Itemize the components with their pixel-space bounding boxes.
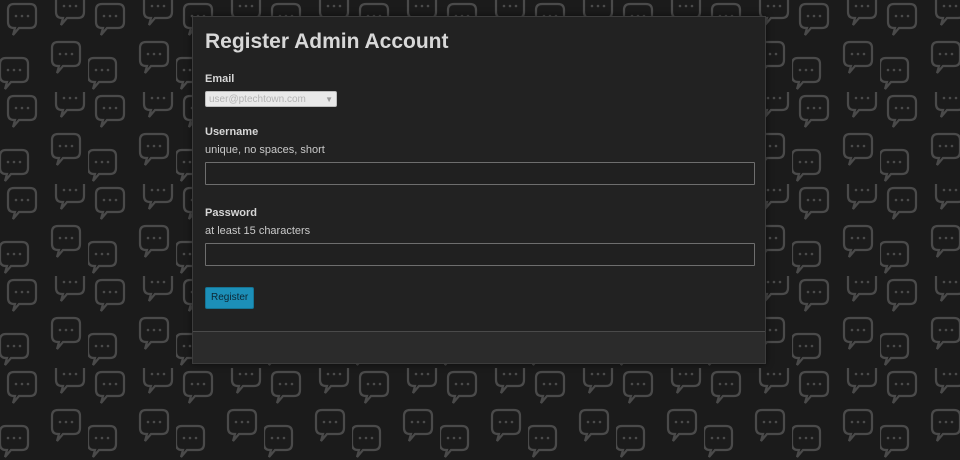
username-label: Username bbox=[205, 126, 259, 138]
password-input[interactable] bbox=[205, 243, 755, 266]
username-help-text: unique, no spaces, short bbox=[205, 144, 325, 156]
username-input[interactable] bbox=[205, 162, 755, 185]
panel-footer bbox=[193, 332, 765, 363]
chevron-down-icon: ▼ bbox=[325, 94, 333, 104]
email-field-group: Email user@ptechtown.com ▼ bbox=[205, 72, 753, 107]
password-help-text: at least 15 characters bbox=[205, 225, 311, 237]
password-label: Password bbox=[205, 207, 257, 219]
page-title: Register Admin Account bbox=[205, 30, 449, 53]
email-selected-value: user@ptechtown.com bbox=[209, 93, 306, 105]
register-admin-panel: Register Admin Account Email user@ptecht… bbox=[192, 16, 766, 364]
email-select[interactable]: user@ptechtown.com ▼ bbox=[205, 91, 337, 107]
username-field-group: Username unique, no spaces, short bbox=[205, 125, 755, 185]
register-button[interactable]: Register bbox=[205, 287, 255, 309]
email-label: Email bbox=[205, 73, 235, 85]
password-field-group: Password at least 15 characters bbox=[205, 206, 755, 266]
register-form: Register Admin Account Email user@ptecht… bbox=[193, 17, 765, 332]
